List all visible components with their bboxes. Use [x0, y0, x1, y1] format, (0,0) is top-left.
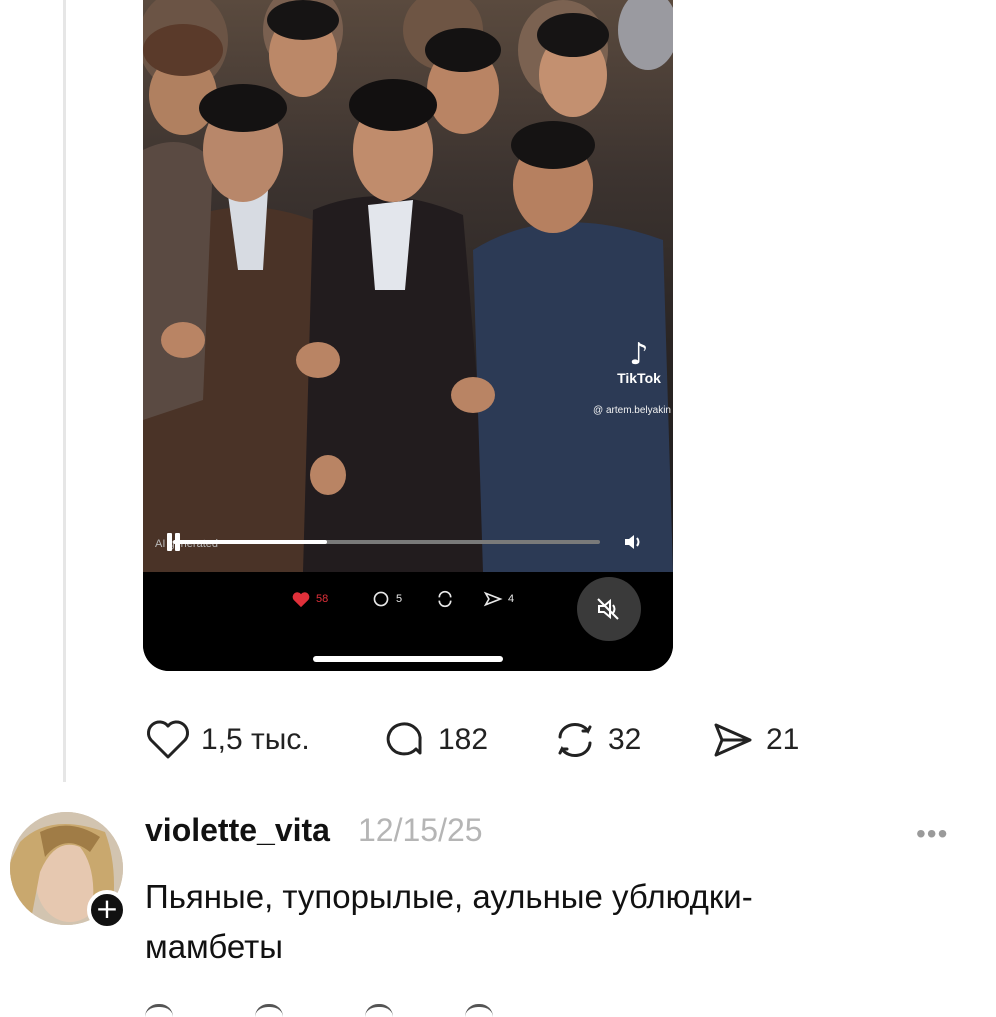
comment-bubble-icon	[386, 722, 422, 756]
inner-repost-icon	[438, 590, 452, 608]
repost-icon	[558, 722, 592, 758]
inner-comment-icon	[373, 591, 389, 607]
video-progress-bar[interactable]	[173, 538, 600, 546]
thread-line	[63, 0, 66, 782]
repost-count: 32	[608, 723, 642, 756]
send-icon	[714, 723, 752, 757]
tiktok-handle: @ artem.belyakin	[593, 405, 671, 416]
comment-count: 182	[438, 723, 489, 756]
comment-username[interactable]: violette_vita	[145, 812, 330, 849]
next-action-row-partial	[145, 1004, 505, 1014]
follow-button[interactable]: +	[87, 890, 127, 930]
volume-icon[interactable]	[623, 532, 645, 552]
inner-comment-count: 5	[396, 593, 403, 605]
video-frame-scene	[143, 0, 673, 572]
video-inner-action-bar: 58 5 4	[143, 572, 673, 671]
like-count: 1,5 тыс.	[201, 723, 310, 756]
inner-heart-icon	[292, 592, 310, 608]
home-indicator	[313, 656, 503, 662]
inner-like: 58	[291, 588, 328, 610]
repost-button[interactable]: 32	[552, 718, 641, 762]
inner-share: 4	[483, 588, 514, 610]
video-post-media[interactable]: ♪ TikTok @ artem.belyakin AI generated 5…	[143, 0, 673, 671]
muted-speaker-icon	[597, 598, 619, 620]
heart-icon	[147, 720, 189, 759]
progress-fill	[173, 540, 327, 544]
mute-button[interactable]	[577, 577, 641, 641]
comment-button[interactable]: 182	[382, 718, 488, 762]
share-button[interactable]: 21	[710, 718, 799, 762]
pause-icon[interactable]	[167, 533, 183, 551]
tiktok-watermark: ♪ TikTok	[609, 337, 669, 387]
more-options-icon[interactable]: •••	[916, 818, 948, 850]
inner-comments: 5	[371, 588, 402, 610]
inner-repost	[435, 588, 455, 610]
inner-share-count: 4	[508, 593, 515, 605]
share-count: 21	[766, 723, 800, 756]
comment-date: 12/15/25	[358, 812, 483, 848]
comment-text: Пьяные, тупорылые, аульные ублюдки-мамбе…	[145, 878, 753, 965]
tiktok-note-icon: ♪	[629, 337, 649, 372]
tiktok-brand-label: TikTok	[617, 370, 661, 386]
inner-send-icon	[483, 591, 503, 607]
inner-like-count: 58	[316, 593, 329, 605]
plus-icon: +	[95, 892, 119, 925]
like-button[interactable]: 1,5 тыс.	[145, 718, 310, 762]
video-frame[interactable]: ♪ TikTok @ artem.belyakin AI generated	[143, 0, 673, 572]
